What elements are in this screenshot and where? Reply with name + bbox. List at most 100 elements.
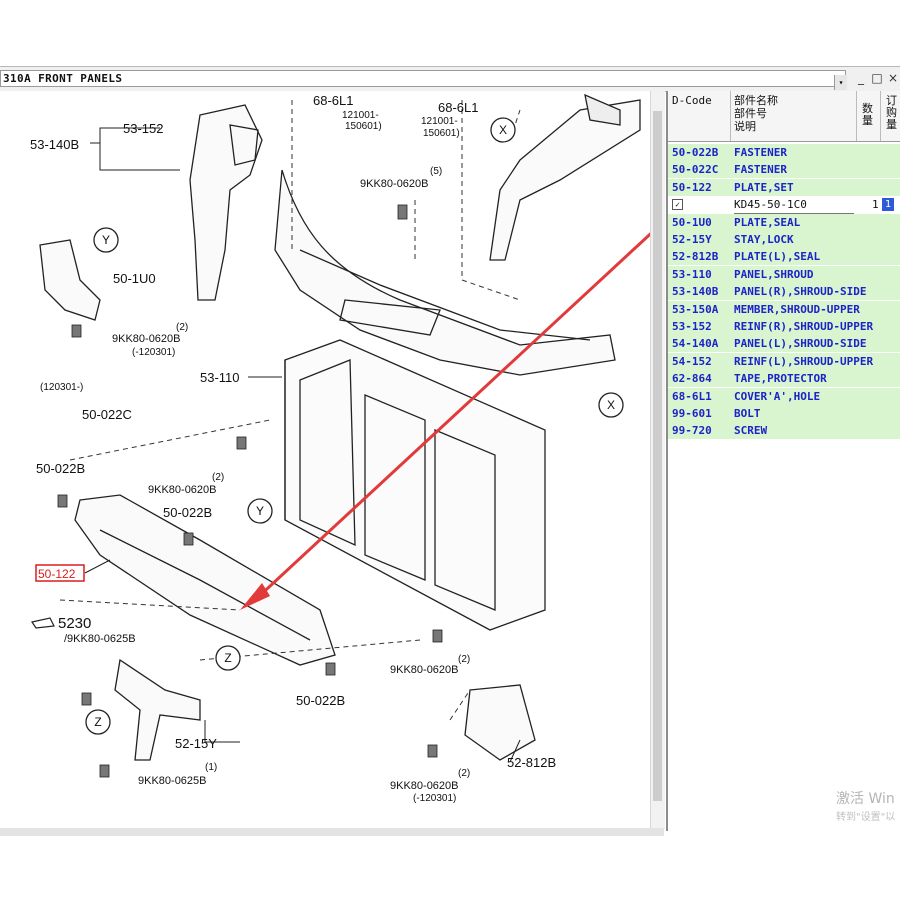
- seal-plate-shape: [39, 239, 101, 321]
- header-name-line3: 说明: [734, 120, 756, 133]
- parts-row[interactable]: 53-152 REINF(R),SHROUD-UPPER: [668, 318, 900, 335]
- parts-row[interactable]: 99-601 BOLT: [668, 405, 900, 422]
- bolt-icon: [57, 494, 68, 508]
- part-dcode: 52-15Y: [672, 233, 712, 246]
- parts-list-header: D-Code 部件名称 部件号 说明 数 量 订 购 量: [668, 91, 900, 142]
- part-dcode: 54-140A: [672, 337, 719, 351]
- parts-row[interactable]: 52-812B PLATE(L),SEAL: [668, 248, 900, 266]
- activation-watermark-line2: 转到"设置"以: [836, 812, 896, 823]
- label-9KK80-0625B-b: 9KK80-0625B: [138, 775, 207, 787]
- label-50-022B-b: 50-022B: [163, 505, 212, 520]
- part-dcode: 50-122: [672, 180, 712, 194]
- part-name: FASTENER: [734, 163, 787, 177]
- bolt-icon: [81, 692, 92, 706]
- label-50-022B-a: 50-022B: [36, 461, 85, 476]
- label-9KK80-c: 9KK80-0620B: [390, 664, 459, 676]
- part-number: KD45-50-1C0: [734, 196, 854, 215]
- part-name: PLATE,SET: [734, 180, 794, 194]
- parts-row[interactable]: 53-150A MEMBER,SHROUD-UPPER: [668, 300, 900, 318]
- header-qty[interactable]: 数 量: [862, 103, 873, 127]
- parts-row[interactable]: 53-110 PANEL,SHROUD: [668, 265, 900, 283]
- parts-row[interactable]: 52-15Y STAY,LOCK: [668, 231, 900, 248]
- label-9KK80-top: 9KK80-0620B: [360, 178, 429, 190]
- diagram-selector[interactable]: 310A FRONT PANELS ▾: [0, 70, 847, 90]
- parts-row[interactable]: 54-140A PANEL(L),SHROUD-SIDE: [668, 335, 900, 353]
- exploded-view-svg: 53-140B 53-152 68-6L1 68-6L1 50-1U0 53-1…: [30, 93, 662, 804]
- label-9KK80-a: 9KK80-0620B: [112, 333, 181, 345]
- label-53-110: 53-110: [200, 370, 240, 385]
- part-dcode: 54-152: [672, 354, 712, 368]
- label-5230: 5230: [58, 615, 91, 632]
- row-checkbox[interactable]: ✓: [672, 199, 683, 211]
- part-dcode: 50-1U0: [672, 215, 712, 229]
- parts-row[interactable]: 99-720 SCREW: [668, 422, 900, 440]
- callout-y-left: Y: [102, 233, 110, 247]
- label-53-152: 53-152: [123, 121, 163, 136]
- callout-z-mid: Z: [224, 651, 231, 665]
- parts-row[interactable]: 54-152 REINF(L),SHROUD-UPPER: [668, 352, 900, 370]
- scroll-thumb[interactable]: [653, 111, 662, 801]
- part-name: BOLT: [734, 407, 761, 420]
- label-150601-b: 150601): [423, 128, 460, 139]
- part-dcode: 50-022B: [672, 146, 719, 159]
- part-name: PANEL,SHROUD: [734, 267, 814, 281]
- parts-row[interactable]: 50-122 PLATE,SET: [668, 178, 900, 196]
- bolt-icon: [71, 324, 82, 338]
- label-count-1: (1): [205, 762, 217, 773]
- part-name: MEMBER,SHROUD-UPPER: [734, 302, 860, 316]
- plate-seal-l-shape: [464, 684, 536, 761]
- parts-diagram[interactable]: 53-140B 53-152 68-6L1 68-6L1 50-1U0 53-1…: [0, 91, 664, 829]
- part-name: SCREW: [734, 424, 768, 438]
- part-name: TAPE,PROTECTOR: [734, 372, 827, 386]
- parts-row[interactable]: 50-022B FASTENER: [668, 144, 900, 161]
- chevron-down-icon[interactable]: ▾: [834, 75, 847, 90]
- parts-row[interactable]: 50-1U0 PLATE,SEAL: [668, 213, 900, 231]
- part-dcode: 53-152: [672, 320, 712, 333]
- label-50-022B-c: 50-022B: [296, 693, 345, 708]
- pointer-hand-icon: [31, 617, 55, 629]
- diagram-horizontal-scrollbar[interactable]: [0, 828, 664, 836]
- parts-row-selected[interactable]: ✓ KD45-50-1C0 1 1: [668, 196, 900, 215]
- bolt-icon: [236, 436, 247, 450]
- window-title-bar: 310A FRONT PANELS ▾ _ □ ×: [0, 66, 900, 92]
- header-order[interactable]: 订 购 量: [886, 95, 897, 131]
- bolt-icon: [99, 764, 110, 778]
- header-name-line2: 部件号: [734, 107, 767, 120]
- activation-watermark-line1: 激活 Win: [836, 791, 895, 807]
- label-53-140B: 53-140B: [30, 137, 79, 152]
- label-52-812B: 52-812B: [507, 755, 556, 770]
- callout-x-right: X: [607, 398, 615, 412]
- part-dcode: 53-110: [672, 267, 712, 281]
- part-name: COVER'A',HOLE: [734, 389, 821, 403]
- close-button[interactable]: ×: [884, 70, 900, 87]
- callout-z-left: Z: [94, 715, 101, 729]
- header-name-line1[interactable]: 部件名称: [734, 95, 778, 107]
- part-name: PLATE(L),SEAL: [734, 250, 821, 264]
- part-qty: 1: [872, 198, 879, 212]
- label-121001-b: 121001-: [421, 116, 458, 127]
- diagram-vertical-scrollbar[interactable]: [650, 91, 665, 829]
- label-50-122-highlighted: 50-122: [38, 567, 76, 581]
- part-name: FASTENER: [734, 146, 787, 159]
- bolt-icon: [432, 629, 443, 643]
- callout-y-mid: Y: [256, 504, 264, 518]
- parts-row[interactable]: 68-6L1 COVER'A',HOLE: [668, 387, 900, 405]
- bolt-icon: [183, 532, 194, 546]
- part-name: PLATE,SEAL: [734, 215, 801, 229]
- part-dcode: 99-601: [672, 407, 712, 420]
- part-name: PANEL(L),SHROUD-SIDE: [734, 337, 867, 351]
- part-name: REINF(R),SHROUD-UPPER: [734, 320, 874, 333]
- parts-row[interactable]: 62-864 TAPE,PROTECTOR: [668, 370, 900, 388]
- diagram-title: 310A FRONT PANELS: [3, 72, 123, 85]
- bolt-icon: [427, 744, 438, 758]
- order-qty-input[interactable]: 1: [882, 198, 894, 212]
- label-count-2a: (2): [176, 322, 188, 333]
- parts-row[interactable]: 53-140B PANEL(R),SHROUD-SIDE: [668, 283, 900, 301]
- label-121001-a: 121001-: [342, 110, 379, 121]
- part-dcode: 52-812B: [672, 250, 719, 264]
- header-dcode[interactable]: D-Code: [672, 95, 712, 107]
- parts-list-panel: D-Code 部件名称 部件号 说明 数 量 订 购 量 50-022B FAST…: [666, 91, 900, 831]
- parts-row[interactable]: 50-022C FASTENER: [668, 161, 900, 179]
- part-dcode: 50-022C: [672, 163, 719, 177]
- part-name: PANEL(R),SHROUD-SIDE: [734, 285, 867, 299]
